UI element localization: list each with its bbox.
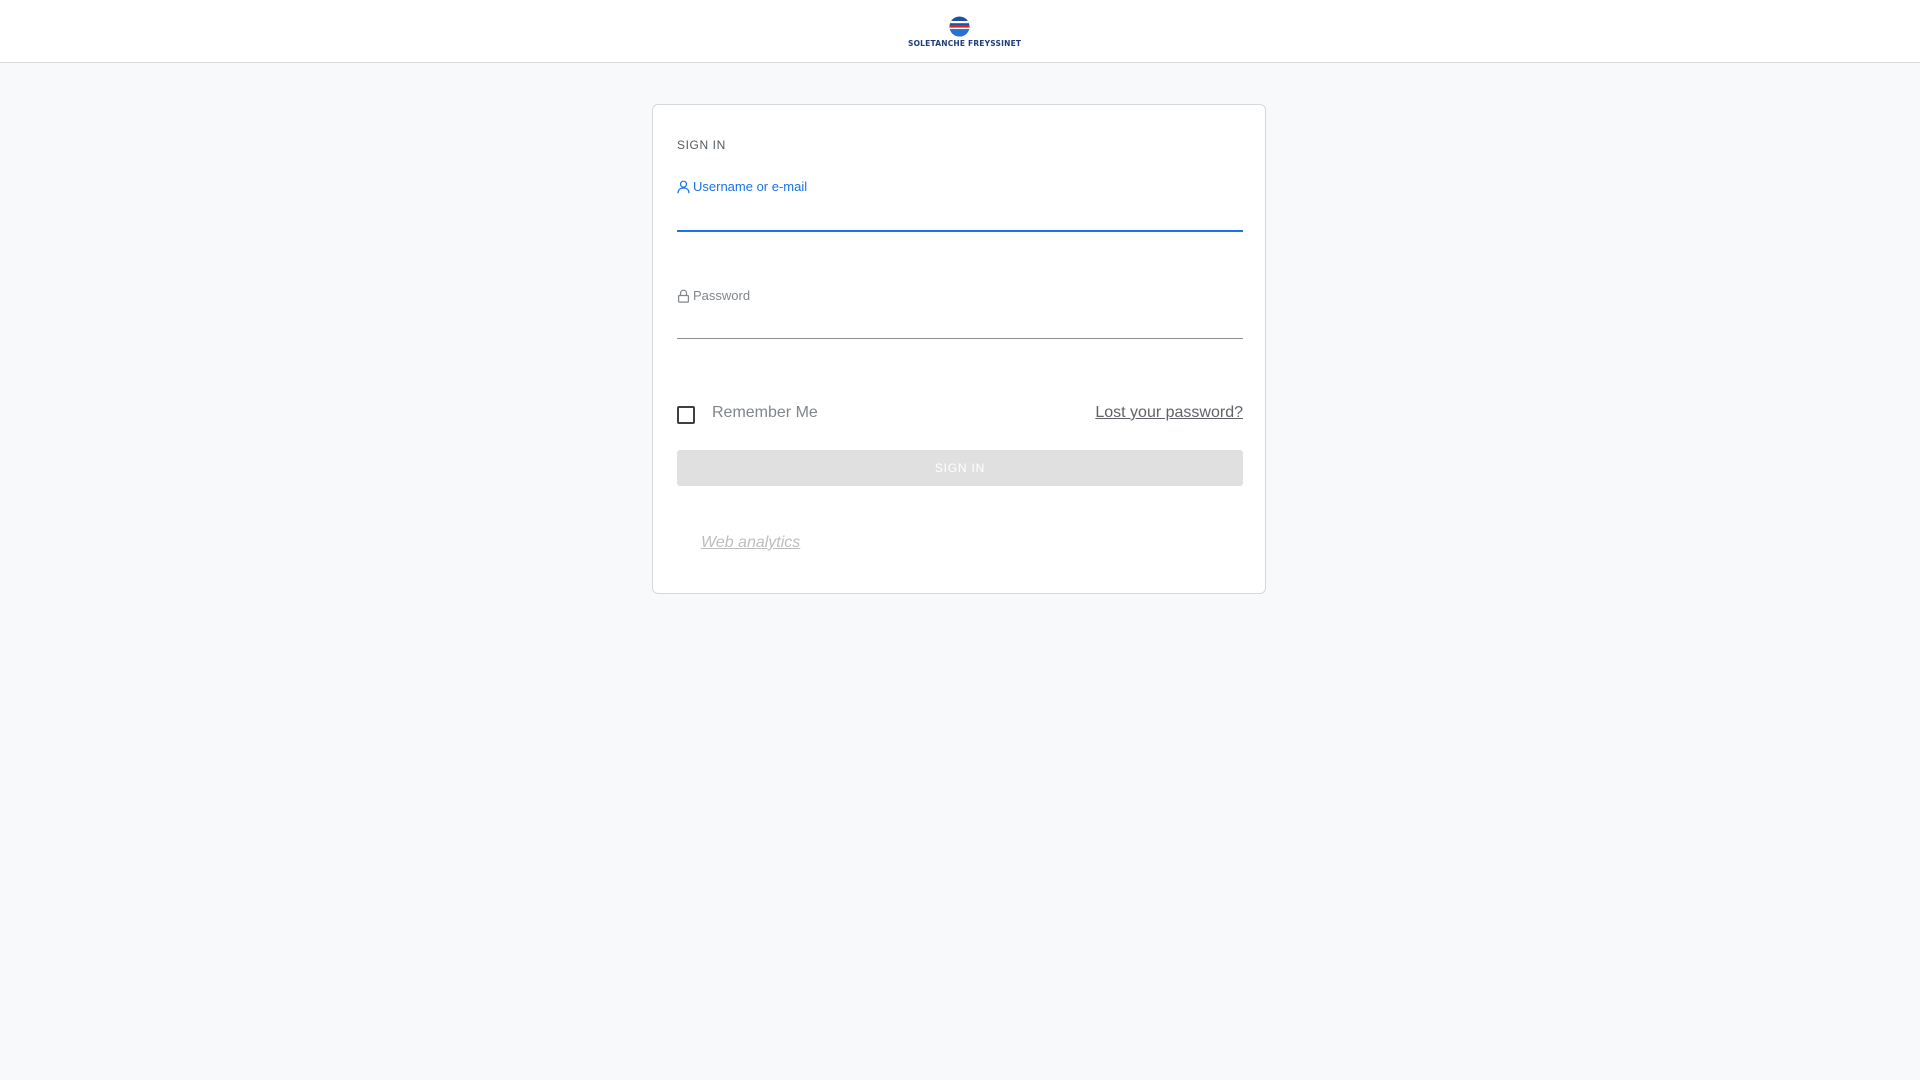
password-input[interactable] bbox=[677, 308, 1243, 339]
user-icon bbox=[677, 180, 690, 193]
username-input[interactable] bbox=[677, 199, 1243, 232]
logo-text: SOLETANCHE FREYSSINET bbox=[908, 39, 1022, 48]
brand-logo[interactable]: SOLETANCHE FREYSSINET bbox=[908, 15, 1022, 51]
password-label-text: Password bbox=[693, 288, 751, 303]
login-card: SIGN IN Username or e-mail Password Reme… bbox=[652, 104, 1266, 594]
remember-me-checkbox[interactable] bbox=[677, 406, 695, 424]
top-header-bar: SOLETANCHE FREYSSINET bbox=[0, 0, 1920, 63]
lock-icon bbox=[678, 289, 690, 303]
username-label-text: Username or e-mail bbox=[693, 179, 808, 194]
globe-logo-icon bbox=[949, 16, 970, 37]
lost-password-link[interactable]: Lost your password? bbox=[1095, 404, 1243, 422]
remember-row: Remember Me Lost your password? bbox=[677, 403, 1243, 427]
web-analytics-link[interactable]: Web analytics bbox=[701, 534, 800, 552]
sign-in-button[interactable]: SIGN IN bbox=[677, 450, 1243, 486]
username-label: Username or e-mail bbox=[677, 179, 807, 194]
remember-me-label[interactable]: Remember Me bbox=[712, 404, 818, 422]
login-title: SIGN IN bbox=[677, 138, 726, 152]
password-label: Password bbox=[677, 288, 750, 303]
